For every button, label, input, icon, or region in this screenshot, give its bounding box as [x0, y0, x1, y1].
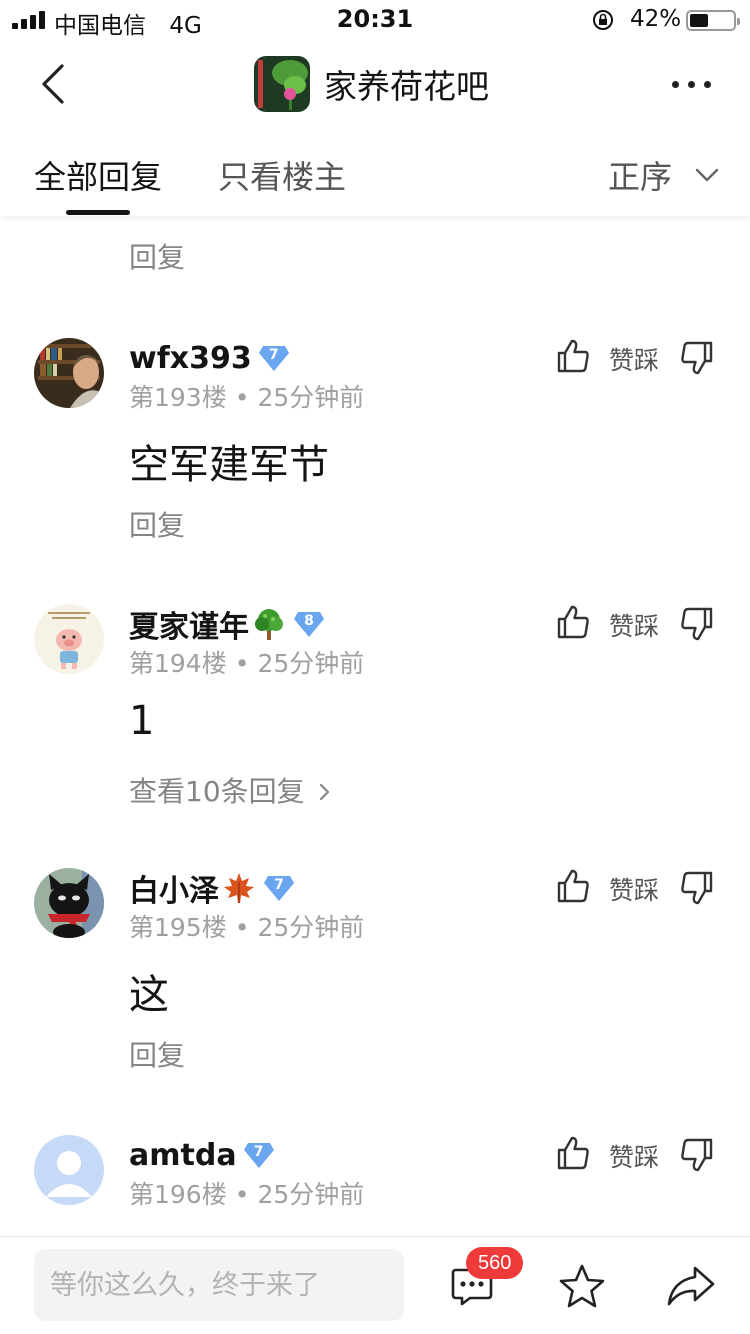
level-badge: 8	[293, 610, 325, 638]
floor-label: 第195楼	[129, 913, 227, 942]
level-number: 7	[268, 347, 279, 363]
username[interactable]: 白小泽	[129, 866, 219, 910]
floor-label: 第196楼	[129, 1180, 227, 1209]
view-replies-button[interactable]: 查看10条回复	[129, 770, 332, 810]
level-number: 7	[274, 877, 284, 893]
default-avatar-icon[interactable]	[34, 1135, 104, 1205]
thumbs-up-icon[interactable]	[556, 1135, 590, 1171]
vote-label: 赞踩	[609, 1143, 660, 1172]
tab-all-replies[interactable]: 全部回复	[34, 152, 162, 198]
reply-button[interactable]: 回复	[129, 1034, 185, 1074]
chevron-right-icon	[319, 783, 329, 801]
floor-label: 第193楼	[129, 383, 227, 412]
post-content: 1	[129, 698, 155, 744]
thumbs-up-icon[interactable]	[556, 604, 590, 640]
avatar[interactable]	[34, 868, 104, 938]
post-meta: 第194楼 • 25分钟前	[129, 649, 365, 678]
post-time: 25分钟前	[257, 383, 365, 412]
battery-percent: 42%	[630, 6, 682, 32]
chevron-down-icon	[695, 168, 719, 182]
battery-icon	[686, 10, 740, 31]
username[interactable]: amtda	[129, 1138, 237, 1173]
comment-input[interactable]	[34, 1249, 404, 1321]
rotation-lock-icon	[593, 10, 613, 30]
level-badge: 7	[263, 874, 295, 902]
status-bar: 中国电信 4G 20:31 42%	[0, 0, 750, 40]
tree-emoji-icon	[255, 609, 283, 640]
thumbs-down-icon[interactable]	[680, 606, 714, 642]
level-badge: 7	[258, 344, 290, 372]
username[interactable]: wfx393	[129, 341, 252, 376]
vote-label: 赞踩	[609, 346, 660, 375]
active-tab-indicator	[66, 210, 130, 215]
reply-button[interactable]: 回复	[129, 236, 185, 276]
avatar[interactable]	[34, 604, 104, 674]
thumbs-up-icon[interactable]	[556, 868, 590, 904]
more-dots-icon[interactable]	[668, 72, 716, 96]
tab-owner-only[interactable]: 只看楼主	[218, 152, 346, 198]
thumbs-down-icon[interactable]	[680, 1137, 714, 1173]
vote-label: 赞踩	[609, 876, 660, 905]
back-icon[interactable]	[36, 60, 72, 108]
post-content: 空军建军节	[129, 442, 329, 488]
username-row: wfx393 7	[129, 340, 290, 376]
post-meta: 第195楼 • 25分钟前	[129, 913, 365, 942]
username-row: 夏家谨年 8	[129, 606, 325, 645]
thumbs-down-icon[interactable]	[680, 340, 714, 376]
maple-leaf-emoji-icon	[224, 873, 254, 903]
top-nav: 家养荷花吧	[0, 40, 750, 128]
forum-header[interactable]: 家养荷花吧	[254, 54, 489, 114]
username-row: 白小泽 7	[129, 870, 295, 909]
share-icon[interactable]	[666, 1265, 716, 1307]
post-meta: 第193楼 • 25分钟前	[129, 383, 365, 412]
level-badge: 7	[243, 1141, 275, 1169]
reply-tabs: 全部回复 只看楼主 正序	[0, 128, 750, 216]
avatar[interactable]	[34, 338, 104, 408]
sort-label: 正序	[608, 158, 673, 196]
post-time: 25分钟前	[257, 1180, 365, 1209]
username[interactable]: 夏家谨年	[129, 602, 249, 646]
view-replies-label: 查看10条回复	[129, 775, 305, 808]
post-time: 25分钟前	[257, 649, 365, 678]
thumbs-up-icon[interactable]	[556, 338, 590, 374]
level-number: 8	[304, 613, 314, 629]
reply-button[interactable]: 回复	[129, 504, 185, 544]
forum-avatar[interactable]	[254, 56, 310, 112]
forum-name[interactable]: 家养荷花吧	[324, 60, 489, 108]
sort-dropdown[interactable]: 正序	[608, 152, 720, 198]
bottom-action-bar: 560	[0, 1236, 750, 1334]
floor-label: 第194楼	[129, 649, 227, 678]
post-meta: 第196楼 • 25分钟前	[129, 1180, 365, 1209]
star-icon[interactable]	[558, 1263, 606, 1309]
vote-label: 赞踩	[609, 612, 660, 641]
thumbs-down-icon[interactable]	[680, 870, 714, 906]
level-number: 7	[253, 1144, 264, 1160]
username-row: amtda 7	[129, 1137, 275, 1173]
post-content: 这	[129, 972, 169, 1018]
comment-count-badge: 560	[466, 1247, 524, 1279]
post-time: 25分钟前	[257, 913, 365, 942]
